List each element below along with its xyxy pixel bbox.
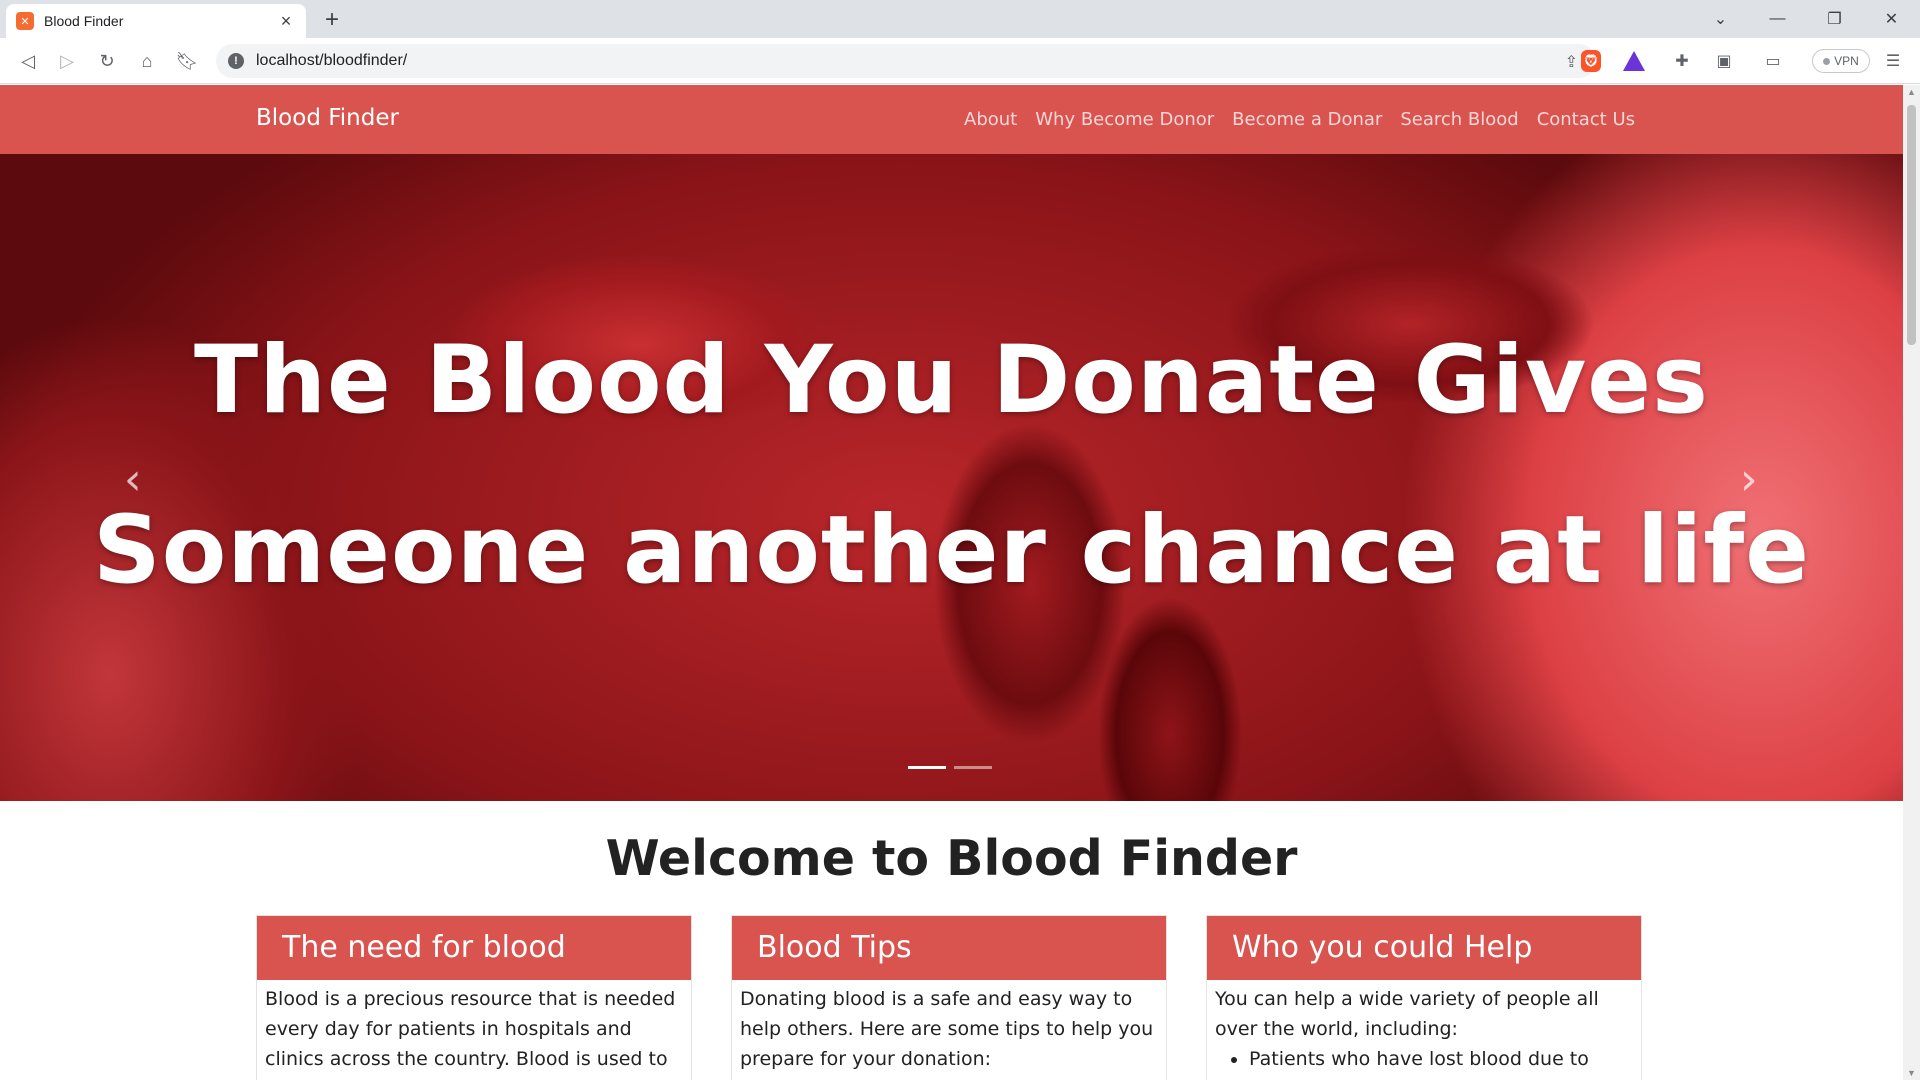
- nav-why-become-donor[interactable]: Why Become Donor: [1035, 109, 1214, 130]
- vpn-status-dot: [1823, 57, 1831, 65]
- page-scrollbar[interactable]: ▲ ▼: [1903, 85, 1920, 1080]
- welcome-heading: Welcome to Blood Finder: [605, 830, 1298, 887]
- share-icon[interactable]: ⇪: [1565, 52, 1578, 72]
- new-tab-icon[interactable]: +: [318, 6, 346, 34]
- carousel-indicator[interactable]: [954, 766, 992, 769]
- restore-icon[interactable]: ❐: [1806, 0, 1863, 38]
- card-title: Who you could Help: [1207, 916, 1641, 980]
- menu-icon[interactable]: ☰: [1880, 48, 1906, 74]
- carousel-indicators: [908, 766, 992, 769]
- site-menu: About Why Become Donor Become a Donar Se…: [964, 109, 1635, 130]
- nav-about[interactable]: About: [964, 109, 1017, 130]
- carousel-indicator[interactable]: [908, 766, 946, 769]
- vpn-button[interactable]: VPN: [1812, 49, 1870, 73]
- card-blood-tips: Blood Tips Donating blood is a safe and …: [731, 915, 1167, 1080]
- minimize-icon[interactable]: —: [1749, 0, 1806, 38]
- card-list: Patients who have lost blood due to: [1249, 1044, 1633, 1074]
- nav-contact-us[interactable]: Contact Us: [1537, 109, 1635, 130]
- xampp-favicon-icon: ✕: [16, 12, 34, 30]
- card-text: Donating blood is a safe and easy way to…: [740, 988, 1154, 1070]
- back-icon[interactable]: ◁: [14, 47, 42, 75]
- vpn-label: VPN: [1834, 54, 1859, 68]
- card-title: Blood Tips: [732, 916, 1166, 980]
- brave-shields-icon[interactable]: 🦁︎: [1581, 50, 1601, 72]
- scroll-down-icon[interactable]: ▼: [1907, 1068, 1916, 1078]
- list-item: Patients who have lost blood due to: [1249, 1044, 1633, 1074]
- window-controls: ⌄ — ❐ ✕: [1692, 0, 1920, 38]
- window-close-icon[interactable]: ✕: [1863, 0, 1920, 38]
- card-need-for-blood: The need for blood Blood is a precious r…: [256, 915, 692, 1080]
- card-who-you-could-help: Who you could Help You can help a wide v…: [1206, 915, 1642, 1080]
- brave-rewards-icon[interactable]: [1623, 51, 1645, 71]
- extensions-icon[interactable]: ✚: [1669, 48, 1695, 74]
- site-navbar: Blood Finder About Why Become Donor Beco…: [0, 85, 1903, 154]
- address-bar[interactable]: ! localhost/bloodfinder/ ⇪: [216, 44, 1596, 78]
- bookmark-icon[interactable]: 🔖︎: [173, 47, 201, 75]
- home-icon[interactable]: ⌂: [133, 47, 161, 75]
- sidebar-icon[interactable]: ▣: [1711, 48, 1737, 74]
- hero-carousel: The Blood You Donate Gives Someone anoth…: [0, 154, 1903, 801]
- reload-icon[interactable]: ↻: [93, 47, 121, 75]
- tab-close-icon[interactable]: ×: [276, 11, 296, 32]
- carousel-next-icon[interactable]: ›: [1740, 454, 1758, 505]
- wallet-icon[interactable]: ▭: [1760, 48, 1786, 74]
- nav-search-blood[interactable]: Search Blood: [1400, 109, 1518, 130]
- card-text: You can help a wide variety of people al…: [1215, 988, 1599, 1040]
- site-info-icon[interactable]: !: [228, 53, 244, 69]
- card-text: Blood is a precious resource that is nee…: [265, 988, 676, 1080]
- browser-tab[interactable]: ✕ Blood Finder ×: [6, 4, 306, 38]
- card-title: The need for blood: [257, 916, 691, 980]
- hero-caption-line2: Someone another chance at life: [93, 496, 1810, 605]
- browser-tab-strip: ✕ Blood Finder × + ⌄ — ❐ ✕: [0, 0, 1920, 38]
- page-viewport: Blood Finder About Why Become Donor Beco…: [0, 85, 1920, 1080]
- tab-title: Blood Finder: [44, 13, 124, 29]
- scrollbar-thumb[interactable]: [1907, 105, 1916, 345]
- tab-search-chevron-icon[interactable]: ⌄: [1692, 0, 1749, 38]
- browser-toolbar: ◁ ▷ ↻ ⌂ 🔖︎ ! localhost/bloodfinder/ ⇪ 🦁︎…: [0, 38, 1920, 84]
- card-body: You can help a wide variety of people al…: [1207, 980, 1641, 1074]
- scroll-up-icon[interactable]: ▲: [1907, 87, 1916, 97]
- hero-caption-line1: The Blood You Donate Gives: [194, 326, 1709, 435]
- forward-icon[interactable]: ▷: [53, 47, 81, 75]
- url-text[interactable]: localhost/bloodfinder/: [256, 52, 407, 70]
- site-brand[interactable]: Blood Finder: [256, 105, 399, 131]
- nav-become-a-donar[interactable]: Become a Donar: [1232, 109, 1382, 130]
- carousel-prev-icon[interactable]: ‹: [124, 454, 142, 505]
